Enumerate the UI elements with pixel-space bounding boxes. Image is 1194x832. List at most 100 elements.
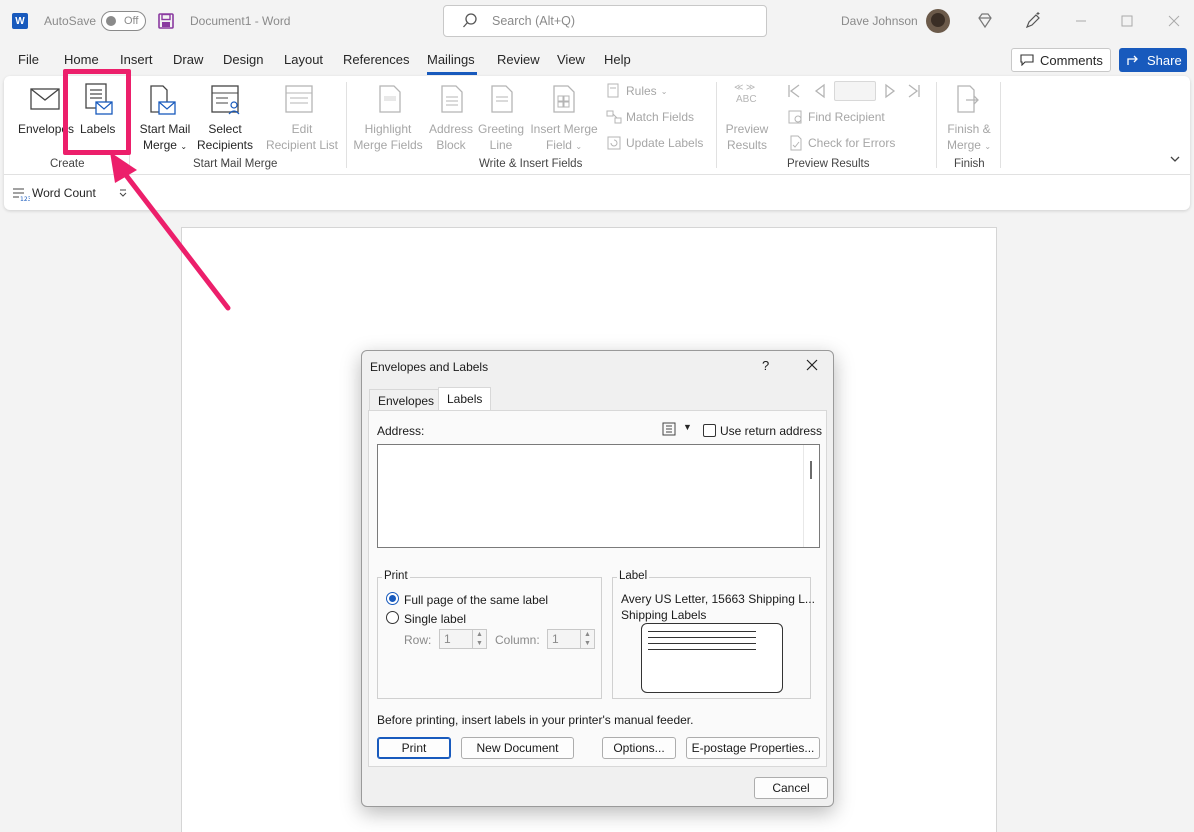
use-return-address-label[interactable]: Use return address [720, 424, 822, 438]
insert-merge-field-line1: Insert Merge [530, 122, 598, 136]
rules-button[interactable]: Rules ⌄ [606, 83, 667, 99]
highlight-merge-fields-line1: Highlight [364, 122, 412, 136]
customize-toolbar-icon[interactable] [118, 188, 128, 198]
address-textarea[interactable] [377, 444, 820, 548]
start-mail-merge-button[interactable]: Start Mail Merge ⌄ [132, 80, 190, 152]
dropdown-chevron-icon: ⌄ [180, 142, 188, 151]
recipients-list-icon [211, 85, 240, 115]
single-label-label[interactable]: Single label [404, 612, 466, 626]
label-product-type: Shipping Labels [621, 608, 707, 622]
menu-file[interactable]: File [18, 52, 39, 67]
address-book-dropdown-icon[interactable]: ▼ [683, 422, 692, 432]
epostage-properties-button[interactable]: E-postage Properties... [686, 737, 820, 759]
match-fields-button[interactable]: Match Fields [606, 109, 694, 125]
highlight-merge-fields-button[interactable]: Highlight Merge Fields [352, 80, 424, 152]
address-book-icon[interactable] [662, 422, 680, 436]
envelope-icon [30, 88, 60, 110]
row-label: Row: [404, 633, 432, 647]
group-separator [936, 82, 937, 168]
share-button[interactable]: Share [1119, 48, 1187, 72]
autosave-state: Off [124, 15, 139, 27]
search-box[interactable]: Search (Alt+Q) [443, 5, 767, 37]
preview-line [648, 631, 756, 632]
label-preview-image[interactable] [641, 623, 783, 693]
tab-envelopes[interactable]: Envelopes [369, 389, 444, 411]
column-spin-arrows-icon[interactable]: ▲ ▼ [580, 630, 594, 648]
menu-references[interactable]: References [343, 52, 409, 67]
options-button[interactable]: Options... [602, 737, 676, 759]
find-recipient-button[interactable]: Find Recipient [788, 109, 885, 125]
word-count-button[interactable]: Word Count [32, 186, 96, 200]
comments-button[interactable]: Comments [1011, 48, 1111, 72]
single-label-radio[interactable] [386, 611, 399, 624]
update-labels-icon [607, 136, 621, 150]
print-button[interactable]: Print [377, 737, 451, 759]
autosave-toggle[interactable]: Off [101, 11, 146, 31]
rules-icon [607, 83, 619, 98]
start-mail-merge-line2: Merge [142, 138, 177, 152]
preview-line [648, 649, 756, 650]
close-icon[interactable] [806, 359, 818, 371]
close-window-icon[interactable] [1164, 11, 1184, 31]
finish-merge-line1: Finish & [947, 122, 991, 136]
user-name[interactable]: Dave Johnson [841, 14, 918, 28]
edit-recipient-list-line1: Edit [291, 122, 313, 136]
menu-view[interactable]: View [557, 52, 585, 67]
tab-labels[interactable]: Labels [438, 387, 492, 411]
insert-merge-field-button[interactable]: Insert Merge Field ⌄ [528, 80, 600, 152]
next-record-icon[interactable] [882, 82, 898, 100]
previous-record-icon[interactable] [812, 82, 828, 100]
menu-review[interactable]: Review [497, 52, 540, 67]
help-button[interactable]: ? [762, 358, 769, 373]
row-spin-arrows-icon[interactable]: ▲ ▼ [472, 630, 486, 648]
label-product-name: Avery US Letter, 15663 Shipping L... [621, 592, 815, 606]
edit-recipient-list-line2: Recipient List [265, 138, 339, 152]
address-scrollbar[interactable] [803, 445, 819, 547]
finish-merge-button[interactable]: Finish & Merge ⌄ [942, 80, 996, 152]
print-group-label: Print [382, 570, 410, 582]
abc-label: ABC [736, 94, 757, 105]
dropdown-chevron-icon: ⌄ [984, 142, 992, 151]
first-record-icon[interactable] [786, 82, 802, 100]
save-icon[interactable] [158, 13, 174, 29]
greeting-line-button[interactable]: Greeting Line [476, 80, 526, 152]
greeting-line-line2: Line [489, 138, 513, 152]
label-group[interactable]: Label Avery US Letter, 15663 Shipping L.… [612, 570, 815, 699]
select-recipients-line1: Select [208, 122, 242, 136]
menu-help[interactable]: Help [604, 52, 631, 67]
cancel-button[interactable]: Cancel [754, 777, 828, 799]
select-recipients-button[interactable]: Select Recipients ⌄ [192, 80, 258, 167]
menu-layout[interactable]: Layout [284, 52, 323, 67]
preview-results-line1: Preview [725, 122, 769, 136]
menu-mailings[interactable]: Mailings [427, 52, 475, 67]
use-return-address-checkbox[interactable] [703, 424, 716, 437]
column-stepper[interactable]: 1 ▲ ▼ [547, 629, 595, 649]
update-labels-button[interactable]: Update Labels [606, 135, 703, 151]
pen-sparkle-icon[interactable] [1023, 11, 1043, 31]
full-page-label[interactable]: Full page of the same label [404, 593, 548, 607]
highlight-merge-fields-label: Highlight Merge Fields [352, 121, 424, 153]
last-record-icon[interactable] [906, 82, 922, 100]
menu-draw[interactable]: Draw [173, 52, 203, 67]
menu-home[interactable]: Home [64, 52, 99, 67]
menu-insert[interactable]: Insert [120, 52, 153, 67]
user-avatar[interactable] [926, 9, 950, 33]
menu-design[interactable]: Design [223, 52, 263, 67]
select-recipients-line2: Recipients [196, 138, 254, 152]
row-stepper[interactable]: 1 ▲ ▼ [439, 629, 487, 649]
minimize-icon[interactable] [1071, 11, 1091, 31]
ribbon-separator [4, 174, 1190, 175]
row-value: 1 [444, 632, 451, 646]
record-number-input[interactable] [834, 81, 876, 101]
new-document-button[interactable]: New Document [461, 737, 574, 759]
collapse-ribbon-icon[interactable] [1169, 154, 1181, 164]
full-page-radio[interactable] [386, 592, 399, 605]
address-block-button[interactable]: Address Block [426, 80, 476, 152]
edit-recipient-list-button[interactable]: Edit Recipient List [262, 80, 342, 152]
maximize-icon[interactable] [1117, 11, 1137, 31]
search-icon [463, 13, 477, 28]
check-errors-button[interactable]: Check for Errors [788, 135, 895, 151]
preview-results-button[interactable]: ≪ ≫ ABC Preview Results [722, 80, 772, 152]
dropdown-chevron-icon: ⌄ [660, 86, 668, 96]
diamond-icon[interactable] [975, 11, 995, 31]
